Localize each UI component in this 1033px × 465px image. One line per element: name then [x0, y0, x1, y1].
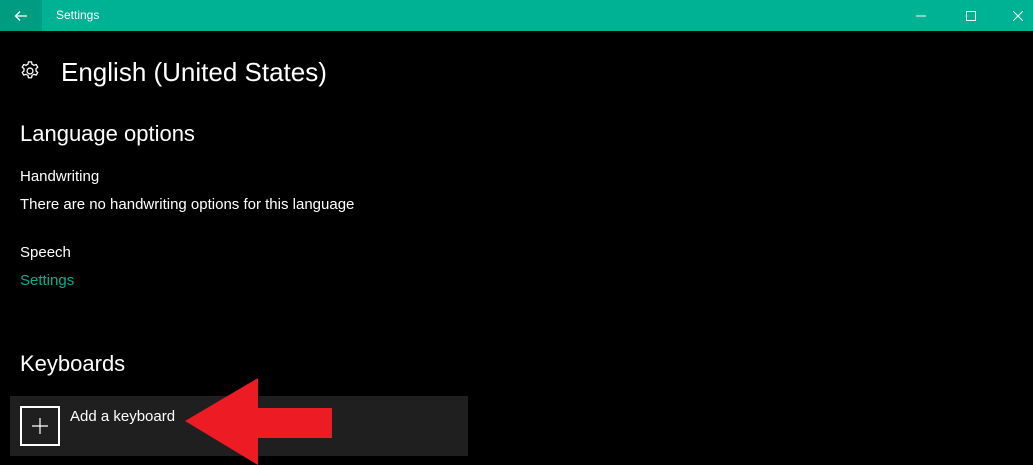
- handwriting-label: Handwriting: [20, 168, 100, 185]
- title-bar: Settings: [0, 0, 1033, 31]
- plus-icon: [32, 418, 48, 434]
- maximize-icon: [966, 10, 976, 21]
- close-button[interactable]: [995, 0, 1033, 31]
- keyboards-heading: Keyboards: [20, 351, 126, 376]
- red-arrow-pointer: [185, 378, 332, 465]
- minimize-button[interactable]: [898, 0, 944, 31]
- maximize-button[interactable]: [948, 0, 994, 31]
- speech-settings-link[interactable]: Settings: [20, 271, 74, 291]
- gear-icon: [21, 61, 39, 79]
- speech-label: Speech: [20, 244, 71, 261]
- plus-icon-box: [20, 406, 60, 446]
- back-button[interactable]: [0, 0, 42, 31]
- handwriting-description: There are no handwriting options for thi…: [20, 196, 355, 213]
- add-keyboard-label: Add a keyboard: [70, 408, 176, 425]
- minimize-icon: [916, 15, 926, 16]
- page-title: English (United States): [61, 57, 327, 87]
- arrow-left-icon: [14, 10, 27, 21]
- language-options-heading: Language options: [20, 121, 195, 146]
- close-icon: [1013, 10, 1023, 21]
- window-title: Settings: [56, 8, 100, 22]
